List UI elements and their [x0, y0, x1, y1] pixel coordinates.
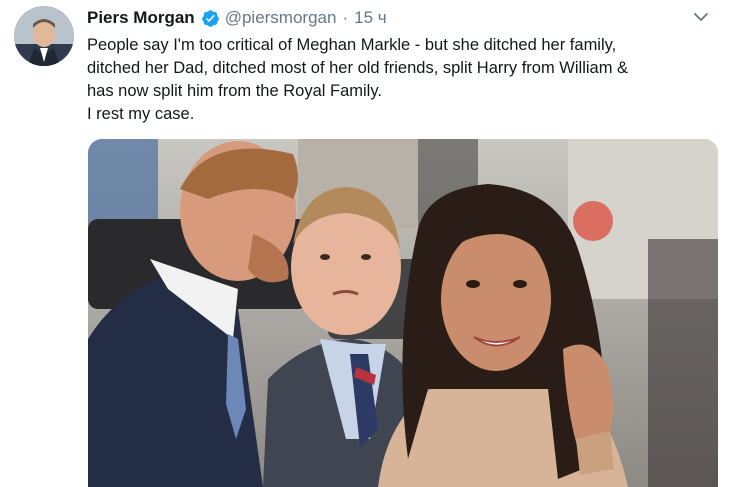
tweet-photo[interactable] [88, 139, 718, 487]
avatar[interactable] [14, 6, 74, 66]
author-handle[interactable]: @piersmorgan [225, 8, 337, 28]
chevron-down-icon[interactable] [692, 8, 710, 26]
tweet-text-line: I rest my case. [87, 105, 195, 123]
separator-dot: · [342, 8, 349, 27]
tweet-text: People say I'm too critical of Meghan Ma… [87, 34, 717, 126]
verified-badge-icon [201, 9, 220, 28]
author-name[interactable]: Piers Morgan [87, 8, 195, 28]
tweet-text-line: has now split him from the Royal Family. [87, 82, 382, 100]
tweet-text-line: People say I'm too critical of Meghan Ma… [87, 36, 617, 54]
tweet-text-line: ditched her Dad, ditched most of her old… [87, 59, 629, 77]
tweet-header: Piers Morgan @piersmorgan · 15 ч [87, 7, 710, 29]
timestamp[interactable]: 15 ч [354, 8, 387, 28]
